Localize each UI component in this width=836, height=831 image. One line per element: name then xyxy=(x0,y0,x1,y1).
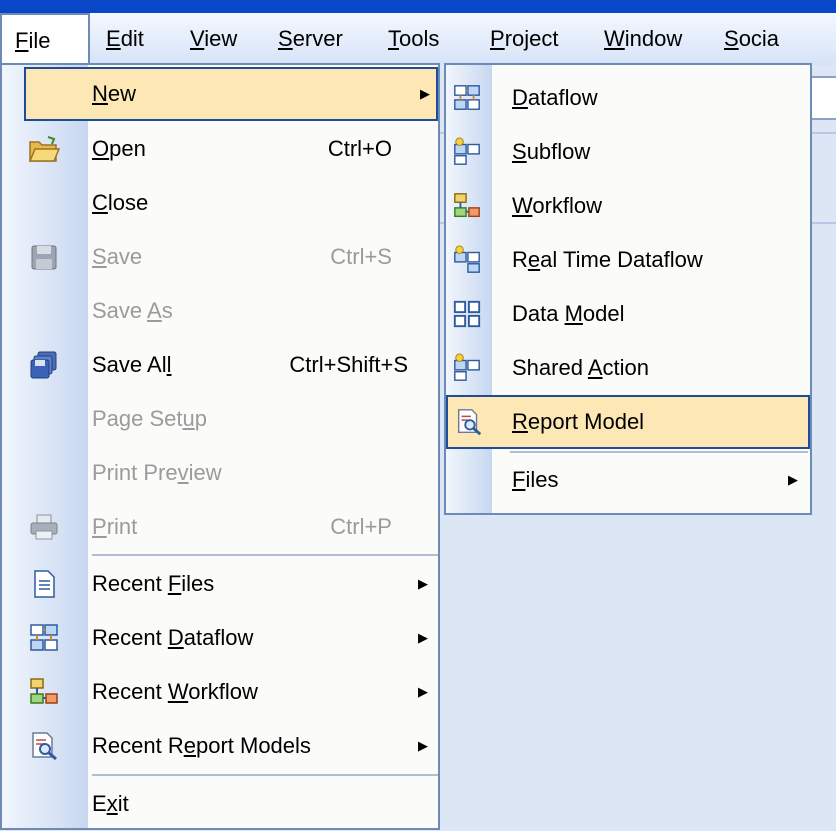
submenu-item-label: Dataflow xyxy=(512,85,598,110)
menu-bar: File Edit View Server Tools Project Wind… xyxy=(0,13,836,65)
dataflow-icon xyxy=(454,85,480,110)
save-disk-icon xyxy=(31,245,57,270)
submenu-item-label: Workflow xyxy=(512,193,603,218)
menu-item-label: Print Preview xyxy=(92,460,222,485)
menu-item-label: Recent Files xyxy=(92,571,215,596)
data-model-icon xyxy=(453,300,481,328)
workflow-icon xyxy=(30,678,58,704)
report-model-icon xyxy=(457,409,482,436)
submenu-arrow-icon: ▶ xyxy=(418,684,428,699)
menu-item-label: New xyxy=(92,81,137,106)
menu-item-recent-report-models[interactable]: Recent Report Models ▶ xyxy=(2,719,438,773)
menu-item-open[interactable]: Open Ctrl+O xyxy=(2,122,438,176)
menu-social[interactable]: Socia xyxy=(714,13,804,65)
menu-edit[interactable]: Edit xyxy=(90,13,174,65)
shortcut-label: Ctrl+Shift+S xyxy=(289,352,408,377)
report-model-icon xyxy=(32,732,57,761)
menu-item-label: Close xyxy=(92,190,149,215)
submenu-item-shared-action[interactable]: Shared Action xyxy=(446,341,810,395)
menu-item-label: Save As xyxy=(92,298,173,323)
menu-item-new[interactable]: New ▶ xyxy=(24,67,438,121)
submenu-item-dataflow[interactable]: Dataflow xyxy=(446,71,810,125)
shortcut-label: Ctrl+S xyxy=(330,244,392,269)
menu-separator xyxy=(92,774,438,776)
dataflow-icon xyxy=(30,624,58,651)
submenu-arrow-icon: ▶ xyxy=(418,630,428,645)
submenu-arrow-icon: ▶ xyxy=(420,86,430,101)
menu-item-label: Print xyxy=(92,514,138,539)
menu-item-recent-files[interactable]: Recent Files ▶ xyxy=(2,557,438,611)
menu-item-label: Recent Workflow xyxy=(92,679,258,704)
menu-item-save[interactable]: Save Ctrl+S xyxy=(2,230,438,284)
window-title-strip xyxy=(0,0,836,13)
menu-item-label: Recent Report Models xyxy=(92,733,311,758)
submenu-arrow-icon: ▶ xyxy=(418,738,428,753)
open-folder-icon xyxy=(28,136,60,162)
menu-separator xyxy=(92,554,438,556)
menu-item-label: Save All xyxy=(92,352,172,377)
submenu-item-label: Shared Action xyxy=(512,355,650,380)
shortcut-label: Ctrl+P xyxy=(330,514,392,539)
submenu-item-label: Files xyxy=(512,467,559,492)
menu-item-label: Open xyxy=(92,136,146,161)
submenu-item-label: Data Model xyxy=(512,301,625,326)
submenu-item-data-model[interactable]: Data Model xyxy=(446,287,810,341)
menu-project[interactable]: Project xyxy=(474,13,588,65)
menu-item-label: Save xyxy=(92,244,143,269)
submenu-item-real-time-dataflow[interactable]: Real Time Dataflow xyxy=(446,233,810,287)
shared-action-icon xyxy=(454,353,480,381)
menu-view[interactable]: View xyxy=(174,13,262,65)
save-all-icon xyxy=(30,351,57,379)
submenu-item-label: Subflow xyxy=(512,139,591,164)
submenu-arrow-icon: ▶ xyxy=(788,472,798,487)
workflow-icon xyxy=(454,193,480,218)
subflow-icon xyxy=(454,137,480,165)
menu-tools[interactable]: Tools xyxy=(374,13,474,65)
shortcut-label: Ctrl+O xyxy=(327,136,392,161)
menu-window[interactable]: Window xyxy=(588,13,714,65)
menu-item-recent-dataflow[interactable]: Recent Dataflow ▶ xyxy=(2,611,438,665)
menu-server[interactable]: Server xyxy=(262,13,374,65)
menu-item-page-setup[interactable]: Page Setup xyxy=(2,392,438,446)
menu-item-exit[interactable]: Exit xyxy=(2,777,438,831)
menu-item-recent-workflow[interactable]: Recent Workflow ▶ xyxy=(2,665,438,719)
submenu-item-report-model[interactable]: Report Model xyxy=(446,395,810,449)
document-icon xyxy=(34,570,55,598)
menu-item-label: Recent Dataflow xyxy=(92,625,254,650)
menu-item-print-preview[interactable]: Print Preview xyxy=(2,446,438,500)
menu-item-close[interactable]: Close xyxy=(2,176,438,230)
menu-item-label: Page Setup xyxy=(92,406,208,431)
submenu-arrow-icon: ▶ xyxy=(418,576,428,591)
file-menu: New ▶ Open Ctrl+O Close Save Ctrl+S Save… xyxy=(0,63,440,830)
menu-item-label: Exit xyxy=(92,791,129,816)
menu-item-save-as[interactable]: Save As xyxy=(2,284,438,338)
new-submenu: Dataflow Subflow Workflow Real Time Data… xyxy=(444,63,812,515)
submenu-item-subflow[interactable]: Subflow xyxy=(446,125,810,179)
realtime-dataflow-icon xyxy=(454,245,480,273)
submenu-item-files[interactable]: Files ▶ xyxy=(446,453,810,507)
menu-item-save-all[interactable]: Save All Ctrl+Shift+S xyxy=(2,338,438,392)
submenu-item-label: Real Time Dataflow xyxy=(512,247,703,272)
menu-item-print[interactable]: Print Ctrl+P xyxy=(2,500,438,554)
submenu-item-workflow[interactable]: Workflow xyxy=(446,179,810,233)
printer-icon xyxy=(30,514,58,540)
submenu-item-label: Report Model xyxy=(512,409,645,434)
menu-file[interactable]: File xyxy=(0,13,90,65)
